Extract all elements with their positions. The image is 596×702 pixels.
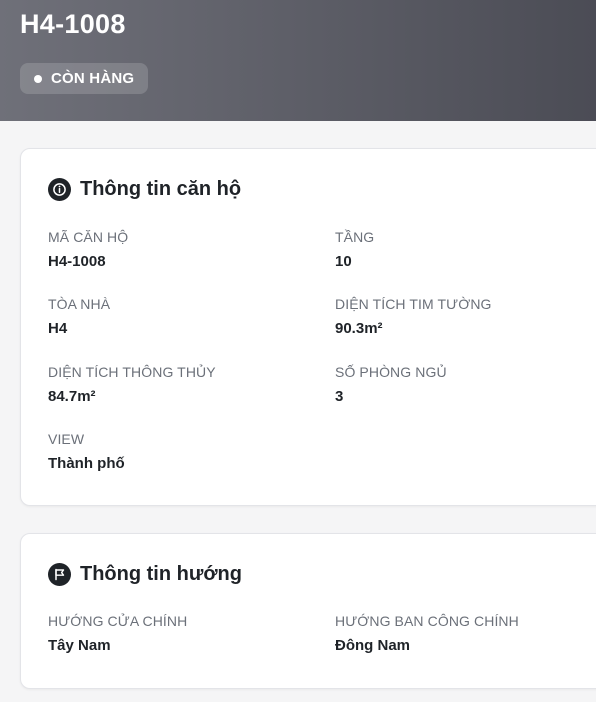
- field-value: 84.7m²: [48, 388, 96, 405]
- field-value: Đông Nam: [335, 637, 410, 654]
- field-value: H4-1008: [48, 253, 106, 270]
- field-label: HƯỚNG CỬA CHÍNH: [48, 613, 188, 629]
- direction-info-header: Thông tin hướng: [48, 563, 242, 586]
- field-apartment-code: MÃ CĂN HỘ H4-1008: [48, 229, 128, 270]
- field-balcony-direction: HƯỚNG BAN CÔNG CHÍNH Đông Nam: [335, 613, 519, 654]
- status-dot-icon: [34, 74, 42, 83]
- apartment-info-header: Thông tin căn hộ: [48, 178, 241, 201]
- field-view: VIEW Thành phố: [48, 431, 125, 472]
- flag-icon: [48, 563, 71, 586]
- field-bedrooms: SỐ PHÒNG NGỦ 3: [335, 364, 447, 405]
- field-label: TẦNG: [335, 229, 375, 245]
- info-icon: [48, 178, 71, 201]
- field-value: Thành phố: [48, 455, 125, 472]
- field-value: Tây Nam: [48, 637, 111, 654]
- field-label: SỐ PHÒNG NGỦ: [335, 364, 447, 380]
- field-label: MÃ CĂN HỘ: [48, 229, 129, 245]
- status-badge: CÒN HÀNG: [20, 63, 149, 94]
- apartment-info-title: Thông tin căn hộ: [80, 178, 242, 200]
- direction-info-card: Thông tin hướng HƯỚNG CỬA CHÍNH Tây Nam …: [20, 533, 596, 689]
- field-value: 10: [335, 253, 352, 270]
- field-net-area: DIỆN TÍCH THÔNG THỦY 84.7m²: [48, 364, 216, 405]
- field-label: TÒA NHÀ: [48, 296, 111, 312]
- field-value: 3: [335, 388, 344, 405]
- field-label: DIỆN TÍCH TIM TƯỜNG: [335, 296, 492, 312]
- field-label: DIỆN TÍCH THÔNG THỦY: [48, 364, 216, 380]
- apartment-code-title: H4-1008: [20, 9, 126, 39]
- field-value: H4: [48, 320, 68, 337]
- field-label: VIEW: [48, 431, 85, 447]
- field-gross-area: DIỆN TÍCH TIM TƯỜNG 90.3m²: [335, 296, 492, 337]
- field-building: TÒA NHÀ H4: [48, 296, 110, 337]
- direction-info-title: Thông tin hướng: [80, 563, 242, 585]
- field-floor: TẦNG 10: [335, 229, 374, 270]
- field-main-door-direction: HƯỚNG CỬA CHÍNH Tây Nam: [48, 613, 187, 654]
- field-value: 90.3m²: [335, 320, 383, 337]
- field-label: HƯỚNG BAN CÔNG CHÍNH: [335, 613, 519, 629]
- apartment-info-card: Thông tin căn hộ MÃ CĂN HỘ H4-1008 TẦNG …: [20, 148, 596, 506]
- status-label: CÒN HÀNG: [51, 70, 135, 87]
- page-header: H4-1008 CÒN HÀNG: [0, 0, 596, 121]
